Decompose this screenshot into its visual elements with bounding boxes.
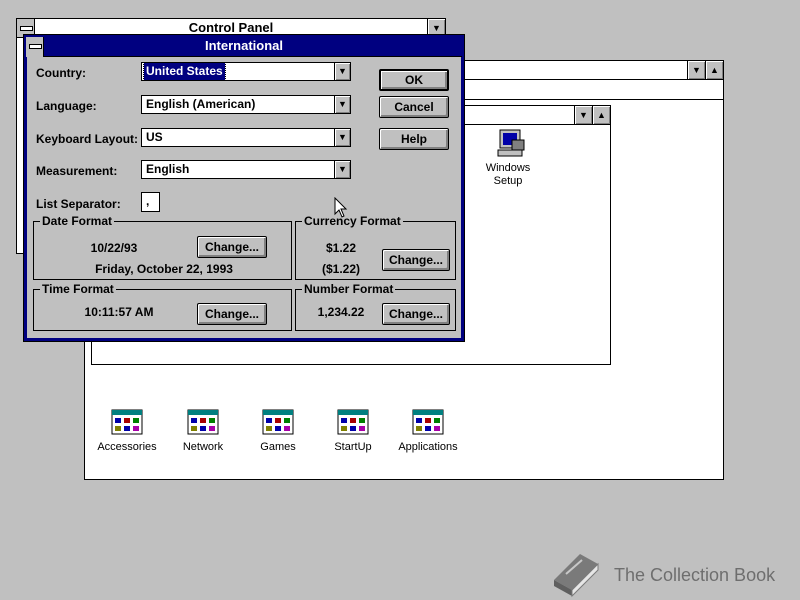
windows-setup-icon[interactable] — [492, 128, 528, 162]
measurement-label: Measurement: — [36, 164, 118, 178]
list-separator-label: List Separator: — [36, 197, 121, 211]
keyboard-layout-value: US — [146, 130, 163, 144]
group-minimize-button[interactable]: ▼ — [574, 106, 592, 124]
group-maximize-button[interactable]: ▲ — [592, 106, 610, 124]
cancel-button[interactable]: Cancel — [379, 96, 449, 118]
currency-format-group: Currency Format $1.22 ($1.22) Change... — [295, 214, 456, 280]
language-dropdown[interactable]: English (American) ▼ — [141, 95, 351, 114]
program-group-icon — [111, 409, 143, 435]
book-icon — [554, 554, 599, 598]
dropdown-arrow-icon[interactable]: ▼ — [334, 63, 350, 80]
number-value: 1,234.22 — [317, 305, 365, 319]
pm-maximize-button[interactable]: ▲ — [705, 61, 723, 79]
dropdown-arrow-icon[interactable]: ▼ — [334, 96, 350, 113]
list-separator-input[interactable]: , — [141, 192, 160, 212]
country-label: Country: — [36, 66, 86, 80]
keyboard-layout-dropdown[interactable]: US ▼ — [141, 128, 351, 147]
time-format-title: Time Format — [40, 282, 116, 296]
watermark-text: The Collection Book — [614, 565, 776, 585]
program-group-icon — [412, 409, 444, 435]
long-date-value: Friday, October 22, 1993 — [95, 262, 233, 276]
country-dropdown[interactable]: United States ▼ — [141, 62, 351, 81]
currency-format-title: Currency Format — [302, 214, 403, 228]
group-label: Accessories — [97, 441, 157, 453]
program-group-icon — [337, 409, 369, 435]
pm-minimize-button[interactable]: ▼ — [687, 61, 705, 79]
program-group-icon — [187, 409, 219, 435]
group-icon-games[interactable]: Games — [236, 407, 320, 457]
language-value: English (American) — [146, 97, 256, 111]
time-format-group: Time Format 10:11:57 AM Change... — [33, 282, 292, 331]
windows-setup-label-1: Windows — [485, 162, 531, 174]
help-button[interactable]: Help — [379, 128, 449, 150]
currency-positive-value: $1.22 — [325, 241, 357, 255]
number-format-title: Number Format — [302, 282, 396, 296]
number-format-group: Number Format 1,234.22 Change... — [295, 282, 456, 331]
program-group-icon — [262, 409, 294, 435]
currency-negative-value: ($1.22) — [321, 262, 361, 276]
time-change-button[interactable]: Change... — [197, 303, 267, 325]
group-label: StartUp — [334, 441, 372, 453]
measurement-value: English — [146, 162, 190, 176]
group-label: Network — [182, 441, 224, 453]
group-label: Games — [260, 441, 296, 453]
currency-change-button[interactable]: Change... — [382, 249, 450, 271]
ok-button[interactable]: OK — [379, 69, 449, 91]
group-icon-applications[interactable]: Applications — [386, 407, 470, 457]
international-titlebar[interactable]: International — [26, 37, 462, 57]
group-icon-accessories[interactable]: Accessories — [85, 407, 169, 457]
watermark: The Collection Book — [548, 550, 798, 598]
control-panel-title: Control Panel — [188, 20, 274, 35]
language-label: Language: — [36, 99, 97, 113]
short-date-value: 10/22/93 — [90, 241, 138, 255]
country-value: United States — [143, 62, 226, 81]
dropdown-arrow-icon[interactable]: ▼ — [334, 129, 350, 146]
group-label: Applications — [398, 441, 458, 453]
number-change-button[interactable]: Change... — [382, 303, 450, 325]
group-icon-network[interactable]: Network — [161, 407, 245, 457]
international-dialog: International Country: United States ▼ L… — [23, 34, 465, 342]
dialog-system-menu[interactable] — [26, 37, 44, 57]
date-format-title: Date Format — [40, 214, 115, 228]
international-title: International — [204, 38, 283, 53]
group-icon-startup[interactable]: StartUp — [311, 407, 395, 457]
date-change-button[interactable]: Change... — [197, 236, 267, 258]
date-format-group: Date Format 10/22/93 Friday, October 22,… — [33, 214, 292, 280]
windows-setup-label-2: Setup — [493, 175, 523, 187]
time-value: 10:11:57 AM — [84, 305, 154, 319]
dropdown-arrow-icon[interactable]: ▼ — [334, 161, 350, 178]
measurement-dropdown[interactable]: English ▼ — [141, 160, 351, 179]
keyboard-layout-label: Keyboard Layout: — [36, 132, 139, 146]
mouse-cursor-icon — [334, 197, 348, 218]
